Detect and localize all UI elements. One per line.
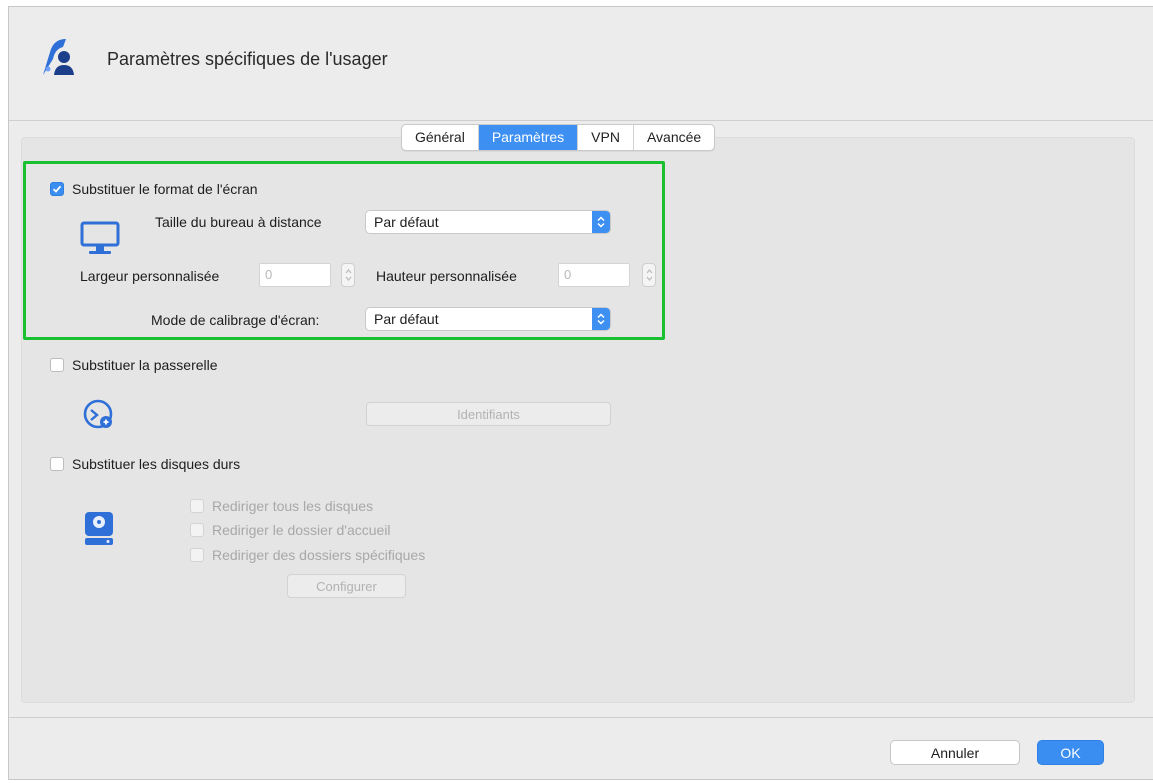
stepper-arrows-icon	[345, 268, 351, 282]
override-gateway-label: Substituer la passerelle	[72, 357, 218, 373]
dialog-title: Paramètres spécifiques de l'usager	[107, 49, 388, 69]
scaling-mode-value: Par défaut	[374, 311, 439, 327]
custom-width-label: Largeur personnalisée	[80, 268, 220, 284]
tab-parametres[interactable]: Paramètres	[478, 125, 579, 150]
custom-height-label: Hauteur personnalisée	[376, 268, 517, 284]
desktop-size-label: Taille du bureau à distance	[155, 214, 322, 230]
tab-avancee[interactable]: Avancée	[634, 125, 714, 150]
override-gateway-row[interactable]: Substituer la passerelle	[50, 357, 218, 373]
override-display-checkbox[interactable]	[50, 182, 64, 196]
user-settings-icon	[43, 39, 74, 75]
redirect-home-folder-label: Rediriger le dossier d'accueil	[212, 522, 391, 538]
override-display-label: Substituer le format de l'écran	[72, 181, 258, 197]
custom-width-input[interactable]: 0	[259, 263, 331, 287]
scaling-mode-row: Mode de calibrage d'écran:	[151, 312, 319, 328]
footer-separator	[9, 717, 1153, 718]
scaling-mode-select[interactable]: Par défaut	[365, 307, 611, 331]
custom-height-stepper[interactable]	[642, 263, 656, 287]
ok-button[interactable]: OK	[1037, 740, 1104, 765]
cancel-button[interactable]: Annuler	[890, 740, 1020, 765]
redirect-specific-folders-checkbox[interactable]	[190, 548, 204, 562]
redirect-all-drives-label: Rediriger tous les disques	[212, 498, 374, 514]
desktop-size-value: Par défaut	[374, 214, 439, 230]
redirect-all-drives-checkbox[interactable]	[190, 499, 204, 513]
dialog-window: Paramètres spécifiques de l'usager Génér…	[8, 6, 1153, 780]
override-drives-checkbox[interactable]	[50, 457, 64, 471]
title-bar: Paramètres spécifiques de l'usager	[9, 7, 1153, 121]
redirect-all-drives-row[interactable]: Rediriger tous les disques	[190, 498, 373, 514]
chevron-updown-icon	[592, 211, 610, 233]
custom-height-input[interactable]: 0	[558, 263, 630, 287]
gateway-icon	[83, 399, 113, 429]
chevron-updown-icon	[592, 308, 610, 330]
checkmark-icon	[52, 185, 62, 193]
scaling-mode-label: Mode de calibrage d'écran:	[151, 312, 320, 328]
redirect-home-folder-checkbox[interactable]	[190, 523, 204, 537]
monitor-icon	[80, 221, 120, 254]
desktop-size-row: Taille du bureau à distance	[155, 214, 322, 230]
redirect-specific-folders-label: Rediriger des dossiers spécifiques	[212, 547, 426, 563]
tab-general[interactable]: Général	[402, 125, 479, 150]
credentials-button[interactable]: Identifiants	[366, 402, 611, 426]
custom-width-stepper[interactable]	[341, 263, 355, 287]
override-display-row[interactable]: Substituer le format de l'écran	[50, 181, 258, 197]
custom-width-row: Largeur personnalisée	[80, 268, 219, 284]
desktop-size-select[interactable]: Par défaut	[365, 210, 611, 234]
tab-bar: Général Paramètres VPN Avancée	[401, 124, 716, 151]
stepper-arrows-icon	[646, 268, 652, 282]
redirect-specific-folders-row[interactable]: Rediriger des dossiers spécifiques	[190, 547, 425, 563]
override-drives-row[interactable]: Substituer les disques durs	[50, 456, 240, 472]
hard-drive-icon	[85, 512, 113, 545]
redirect-home-folder-row[interactable]: Rediriger le dossier d'accueil	[190, 522, 391, 538]
tab-vpn[interactable]: VPN	[578, 125, 634, 150]
override-gateway-checkbox[interactable]	[50, 358, 64, 372]
custom-height-row: Hauteur personnalisée	[376, 268, 517, 284]
override-drives-label: Substituer les disques durs	[72, 456, 241, 472]
configure-button[interactable]: Configurer	[287, 574, 406, 598]
